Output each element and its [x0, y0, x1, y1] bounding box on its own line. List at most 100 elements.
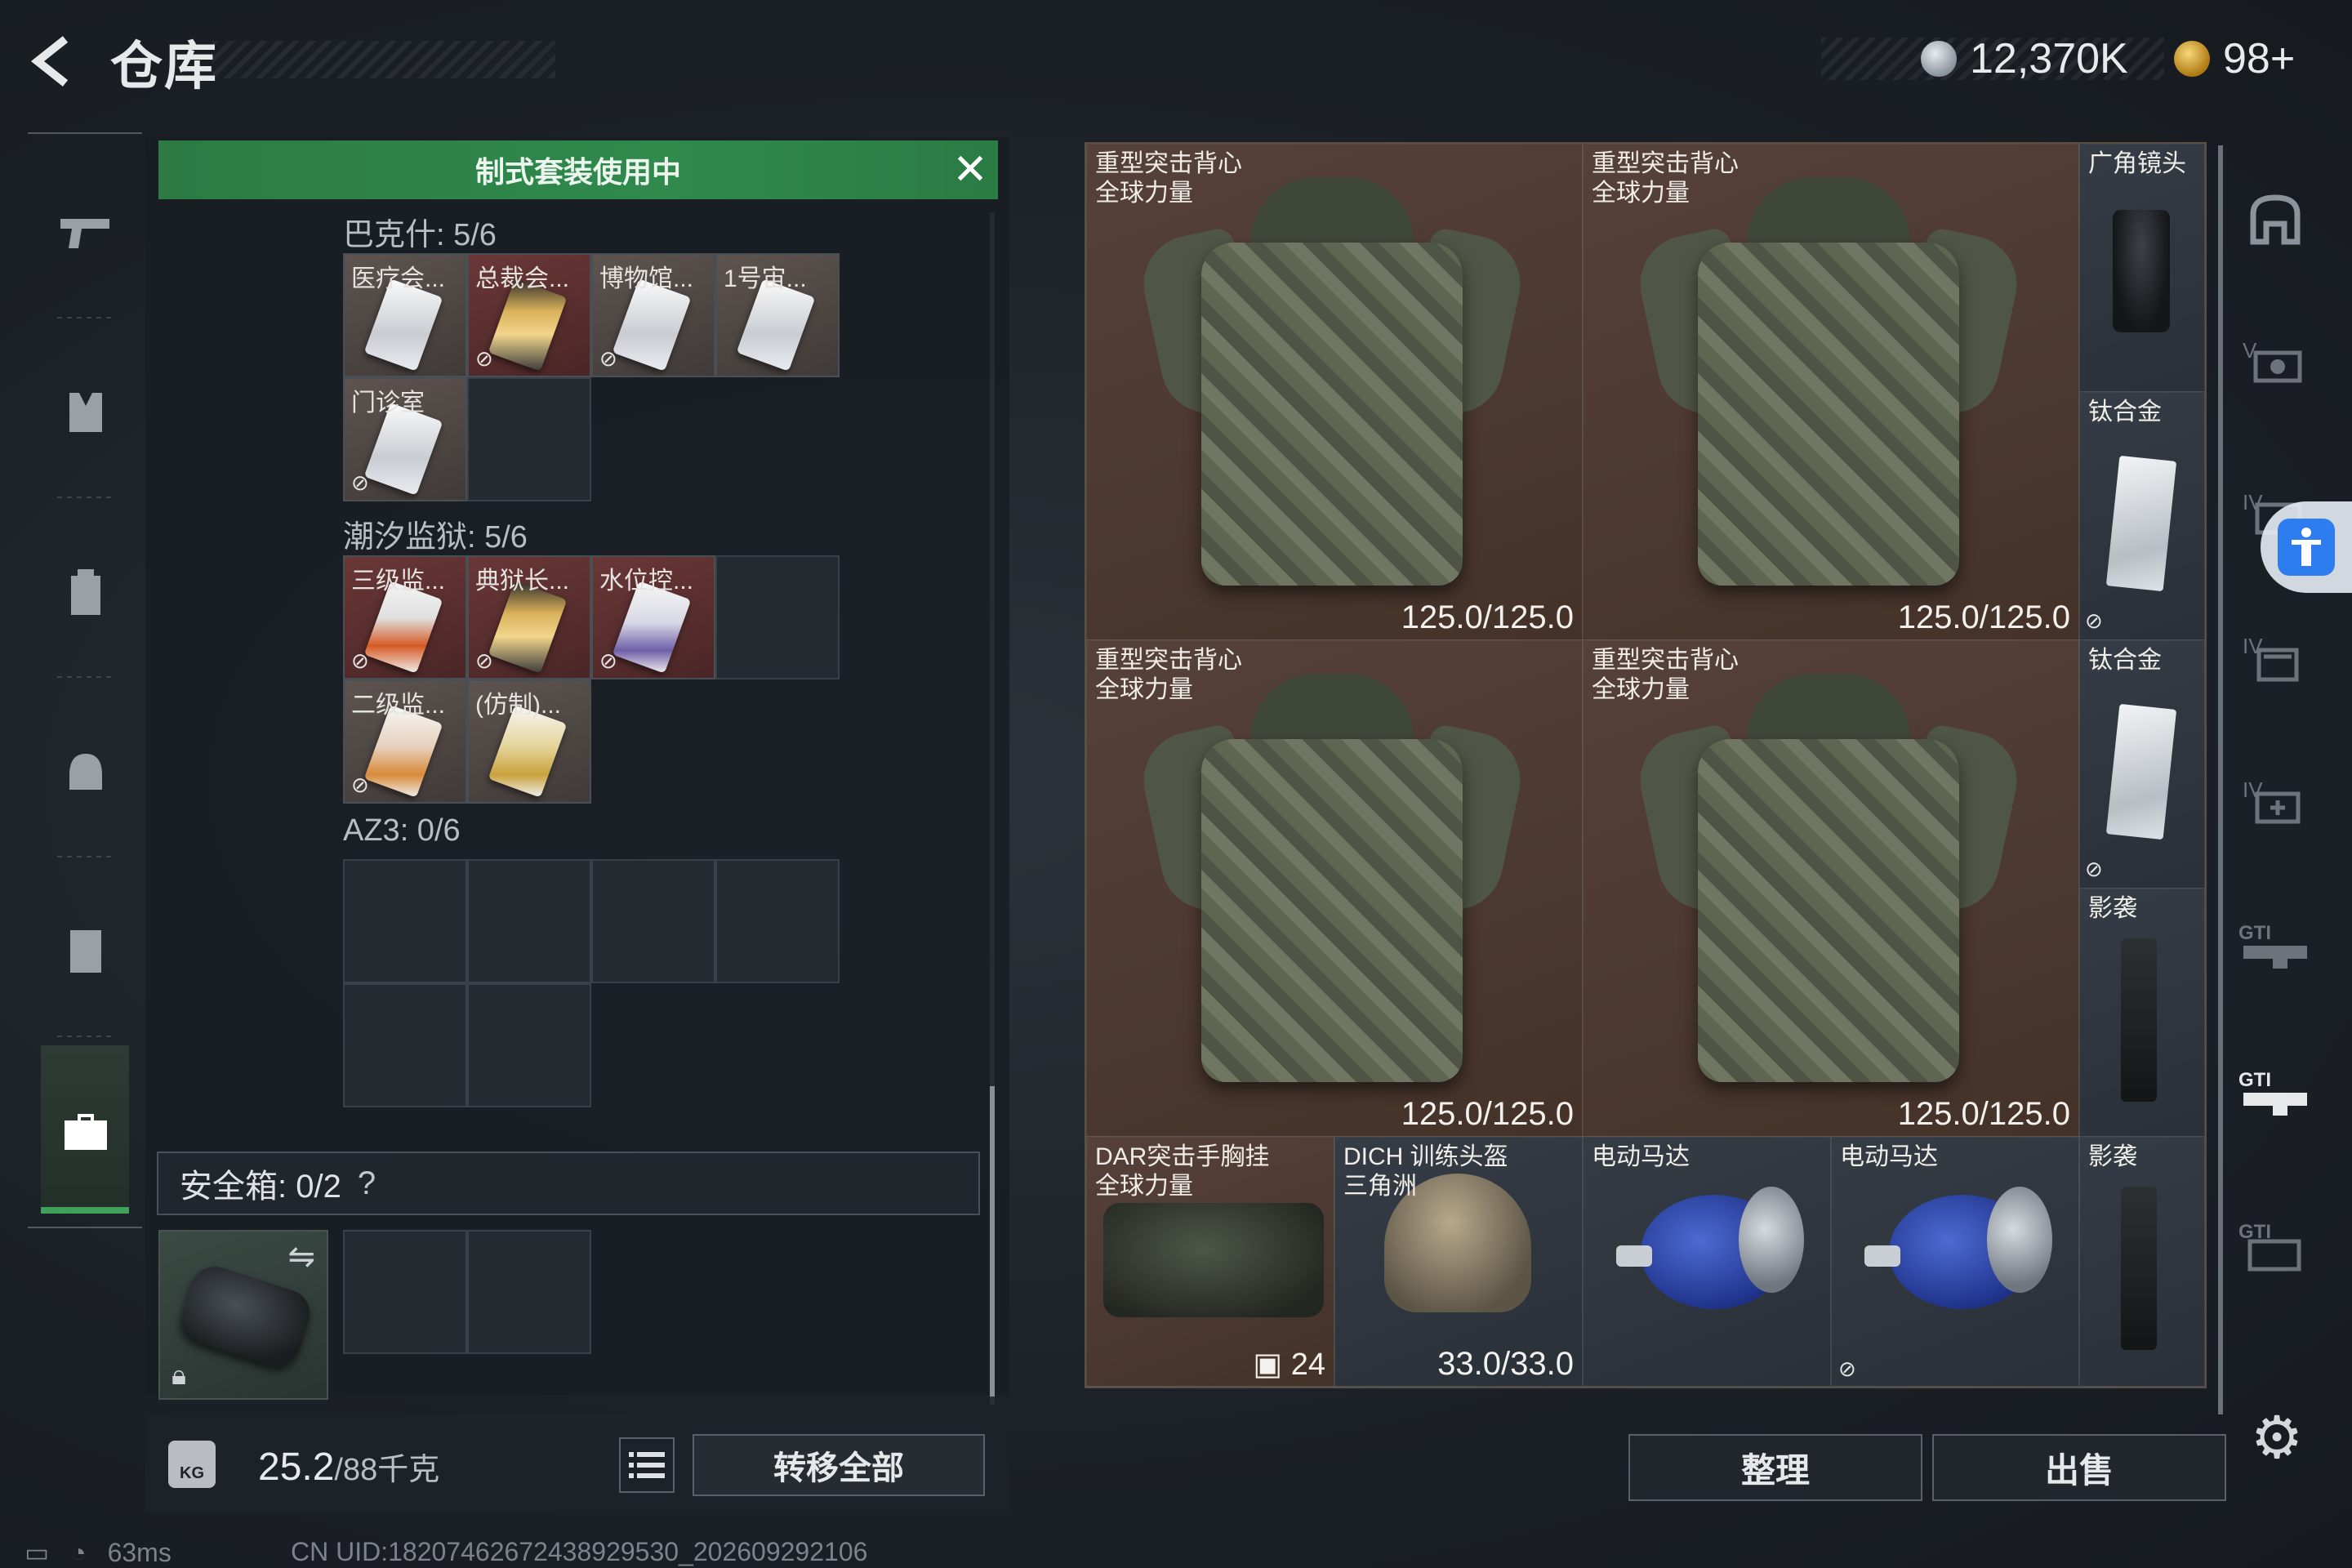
stack-count: ▣ 24	[1253, 1348, 1325, 1382]
empty-safe-slot[interactable]	[467, 1230, 591, 1354]
sort-button[interactable]: 整理	[1628, 1434, 1922, 1501]
sidebar-item-keycards[interactable]	[41, 1086, 131, 1176]
vest-icon	[69, 393, 102, 432]
settings-gear-icon[interactable]: ⚙	[2244, 1405, 2310, 1471]
gold-currency-amount[interactable]: 98+	[2223, 34, 2295, 83]
accessibility-button[interactable]	[2261, 501, 2352, 593]
weight-current: 25.2	[258, 1446, 335, 1489]
sidebar-item-armor[interactable]	[41, 368, 131, 457]
category-gti-icon[interactable]: GTI	[2234, 902, 2316, 991]
no-bind-icon: ⊘	[351, 470, 369, 495]
accessibility-icon	[2278, 519, 2335, 576]
warehouse-grid: 重型突击背心 全球力量 125.0/125.0 重型突击背心 全球力量 125.0/…	[1085, 142, 2207, 1388]
weight-icon: KG	[168, 1441, 216, 1488]
empty-keycard-slot[interactable]	[467, 983, 591, 1107]
titanium-plate-icon	[2105, 455, 2177, 592]
sell-button[interactable]: 出售	[1932, 1434, 2226, 1501]
safe-box-label: 安全箱: 0/2	[180, 1169, 341, 1205]
ping-readout: 63ms	[107, 1537, 172, 1567]
keycard-slot[interactable]: 水位控... ⊘	[591, 555, 715, 679]
swap-icon[interactable]: ⇋	[287, 1238, 315, 1276]
category-gti-active-icon[interactable]: GTI	[2234, 1049, 2316, 1138]
suit-in-use-banner: 制式套装使用中	[158, 140, 998, 199]
keycard-slot[interactable]: 博物馆... ⊘	[591, 253, 715, 377]
sidebar-separator	[57, 317, 114, 318]
status-bar: ▭ ◔ 63ms	[24, 1537, 172, 1568]
category-tier-iv-medkit-icon[interactable]: IV	[2234, 756, 2316, 846]
empty-keycard-slot[interactable]	[591, 859, 715, 983]
no-bind-icon: ⊘	[2085, 857, 2103, 881]
empty-safe-slot[interactable]	[343, 1230, 467, 1354]
pouch-icon	[175, 1260, 317, 1373]
title-stripe	[212, 41, 555, 78]
keycard-slot[interactable]: 门诊室 ⊘	[343, 377, 467, 501]
inventory-item-vest[interactable]: 重型突击背心 全球力量 125.0/125.0	[1086, 640, 1583, 1137]
inventory-item-lens[interactable]: 广角镜头	[2079, 144, 2205, 392]
inventory-item-stock[interactable]: 影袭	[2079, 889, 2205, 1137]
inventory-item-vest[interactable]: 重型突击背心 全球力量 125.0/125.0	[1583, 144, 2079, 640]
durability-label: 125.0/125.0	[1401, 1096, 1574, 1132]
keycard-slot[interactable]: 三级监... ⊘	[343, 555, 467, 679]
no-bind-icon: ⊘	[475, 346, 493, 371]
empty-keycard-slot[interactable]	[467, 377, 591, 501]
inventory-item-motor[interactable]: 电动马达 ⊘	[1831, 1137, 2079, 1387]
no-bind-icon: ⊘	[351, 648, 369, 673]
no-bind-icon: ⊘	[599, 648, 617, 673]
inventory-item-chest-rig[interactable]: DAR突击手胸挂 全球力量 ▣ 24	[1086, 1137, 1334, 1387]
inventory-item-stock[interactable]: 影袭	[2079, 1137, 2205, 1387]
durability-label: 33.0/33.0	[1437, 1346, 1574, 1382]
sidebar-item-container[interactable]	[41, 906, 131, 996]
svg-text:IV: IV	[2243, 490, 2263, 514]
category-armor-slot-icon[interactable]	[2234, 175, 2316, 265]
sidebar-item-helmet[interactable]	[41, 727, 131, 817]
inventory-item-titanium[interactable]: 钛合金 ⊘	[2079, 392, 2205, 640]
inventory-item-vest[interactable]: 重型突击背心 全球力量 125.0/125.0	[1086, 144, 1583, 640]
transfer-all-button[interactable]: 转移全部	[693, 1434, 985, 1496]
no-bind-icon: ⊘	[1838, 1356, 1856, 1381]
inventory-item-motor[interactable]: 电动马达	[1583, 1137, 1831, 1387]
inventory-item-titanium[interactable]: 钛合金 ⊘	[2079, 640, 2205, 889]
container-icon	[70, 930, 101, 973]
list-view-button[interactable]	[619, 1437, 675, 1493]
empty-keycard-slot[interactable]	[715, 859, 840, 983]
inventory-item-helmet[interactable]: DICH 训练头盔 三角洲 33.0/33.0	[1334, 1137, 1583, 1387]
warehouse-scrollbar[interactable]	[2218, 145, 2223, 1414]
sidebar-item-backpack[interactable]	[41, 547, 131, 637]
list-icon	[629, 1452, 665, 1478]
keycard-slot[interactable]: (仿制)...	[467, 679, 591, 804]
svg-text:GTI: GTI	[2238, 1069, 2271, 1091]
keycard-slot[interactable]: 总裁会... ⊘	[467, 253, 591, 377]
empty-keycard-slot[interactable]	[343, 983, 467, 1107]
sidebar-item-weapons[interactable]	[41, 188, 131, 278]
sidebar-bottom-line	[28, 1227, 142, 1228]
camera-lens-icon	[2113, 210, 2170, 332]
category-tier-iv-bag-icon[interactable]: IV	[2234, 612, 2316, 702]
empty-keycard-slot[interactable]	[715, 555, 840, 679]
sidebar-separator	[57, 1036, 114, 1037]
vest-item-icon	[1134, 177, 1530, 618]
stock-icon	[2121, 938, 2157, 1102]
close-icon[interactable]: ✕	[947, 147, 993, 193]
titanium-plate-icon	[2105, 703, 2177, 840]
page-title: 仓库	[110, 37, 218, 96]
empty-keycard-slot[interactable]	[467, 859, 591, 983]
group-title-az3: AZ3: 0/6	[343, 813, 461, 848]
keycard-slot[interactable]: 医疗会...	[343, 253, 467, 377]
no-bind-icon: ⊘	[2085, 608, 2103, 633]
keycard-slot[interactable]: 二级监... ⊘	[343, 679, 467, 804]
lock-icon: 🔒︎	[172, 1360, 187, 1391]
wifi-icon: ◔	[70, 1537, 87, 1567]
category-tier-v-icon[interactable]: V	[2234, 317, 2316, 407]
keycard-slot[interactable]: 典狱长... ⊘	[467, 555, 591, 679]
helmet-icon	[69, 754, 102, 790]
storage-scrollbar-thumb[interactable]	[990, 1086, 995, 1396]
weight-readout: 25.2/88千克	[258, 1444, 439, 1490]
help-icon[interactable]: ?	[358, 1165, 376, 1202]
empty-keycard-slot[interactable]	[343, 859, 467, 983]
back-arrow-icon[interactable]	[24, 33, 82, 90]
category-gti-alt-icon[interactable]: GTI	[2234, 1200, 2316, 1290]
keycard-slot[interactable]: 1号宙...	[715, 253, 840, 377]
sidebar-separator	[57, 497, 114, 498]
inventory-item-vest[interactable]: 重型突击背心 全球力量 125.0/125.0	[1583, 640, 2079, 1137]
safe-box-item[interactable]: ⇋ 🔒︎	[158, 1230, 328, 1400]
